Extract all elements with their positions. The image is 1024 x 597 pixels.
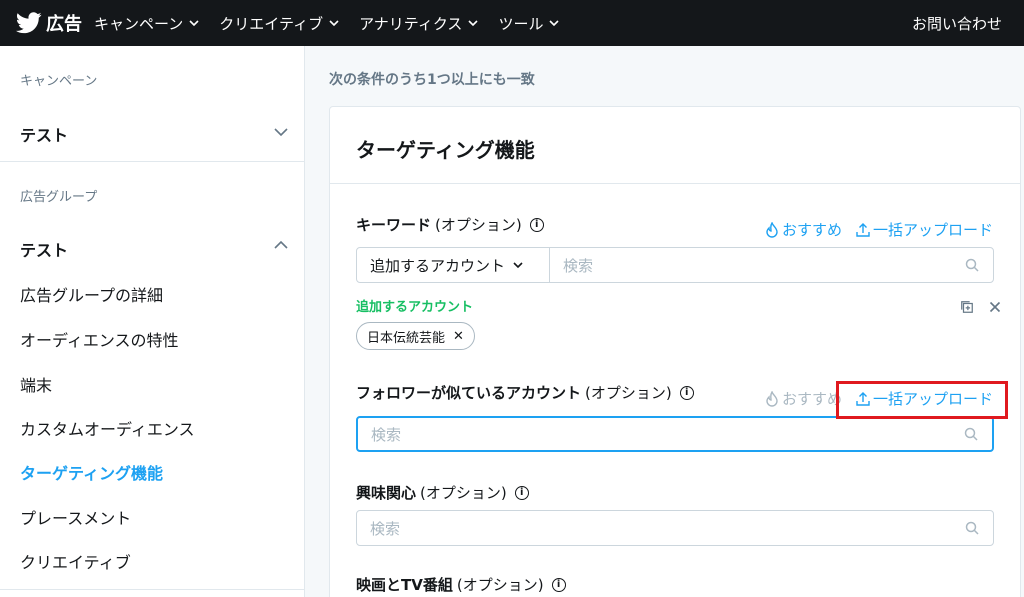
keyword-chip: 日本伝統芸能 ✕ — [356, 322, 475, 350]
interest-search-box: 検索 — [356, 510, 994, 546]
contact-link[interactable]: お問い合わせ — [912, 0, 1002, 46]
interest-label: 興味関心 (オプション) i — [356, 482, 529, 503]
ads-label: 広告 — [46, 14, 82, 35]
search-icon — [964, 427, 978, 441]
nav-tools[interactable]: ツール — [498, 13, 560, 34]
search-icon — [965, 521, 979, 535]
field-label-text: 映画とTV番組 — [356, 576, 453, 594]
sidebar-item-adgroup-details[interactable]: 広告グループの詳細 — [20, 282, 163, 306]
sidebar-item-devices[interactable]: 端末 — [20, 372, 52, 396]
info-icon[interactable]: i — [529, 217, 544, 232]
optional-text: (オプション) — [420, 484, 507, 502]
sidebar-item-custom-audiences[interactable]: カスタムオーディエンス — [20, 416, 195, 440]
chevron-down-icon — [549, 20, 560, 27]
remove-chip-icon[interactable]: ✕ — [453, 329, 464, 344]
adgroup-name[interactable]: テスト — [20, 237, 68, 261]
field-label-text: 興味関心 — [356, 484, 417, 502]
chevron-down-icon — [513, 262, 523, 269]
movies-tv-label: 映画とTV番組 (オプション) i — [356, 574, 566, 595]
nav-label: ツール — [498, 14, 544, 33]
chevron-up-icon[interactable] — [274, 238, 288, 252]
sidebar-item-creatives[interactable]: クリエイティブ — [20, 549, 131, 573]
recommend-text: おすすめ — [781, 221, 842, 239]
divider — [0, 161, 304, 162]
optional-text: (オプション) — [456, 576, 544, 594]
chevron-down-icon — [329, 20, 339, 27]
nav-label: アナリティクス — [359, 14, 463, 33]
recommend-link[interactable]: おすすめ — [765, 388, 842, 409]
nav-creatives[interactable]: クリエイティブ — [219, 13, 339, 34]
chevron-down-icon — [189, 20, 199, 27]
follower-search-box: 検索 — [356, 416, 994, 452]
divider — [0, 589, 304, 590]
account-type-dropdown[interactable]: 追加するアカウント — [357, 248, 550, 282]
sidebar-item-placements[interactable]: プレースメント — [20, 505, 131, 529]
adgroup-heading: 広告グループ — [20, 190, 98, 205]
keyword-input-group: 追加するアカウント 検索 — [356, 247, 994, 283]
twitter-bird-icon — [16, 12, 42, 34]
keyword-actions: おすすめ 一括アップロード — [765, 219, 993, 240]
keyword-label: キーワード (オプション) i — [356, 214, 544, 235]
upload-icon — [856, 222, 870, 237]
top-navigation-bar: 広告 キャンペーン クリエイティブ アナリティクス ツール お問い合わせ — [0, 0, 1024, 46]
twitter-ads-logo[interactable]: 広告 — [16, 10, 82, 36]
campaign-heading: キャンペーン — [20, 74, 98, 89]
info-icon[interactable]: i — [679, 385, 694, 400]
follower-search-input[interactable]: 検索 — [358, 424, 992, 445]
search-icon — [965, 258, 979, 272]
match-condition-heading: 次の条件のうち1つ以上にも一致 — [329, 72, 535, 88]
nav-label: クリエイティブ — [219, 14, 324, 33]
card-title: ターゲティング機能 — [356, 138, 535, 162]
field-label-text: フォロワーが似ているアカウント — [356, 384, 582, 402]
nav-campaigns[interactable]: キャンペーン — [94, 13, 199, 34]
added-accounts-label: 追加するアカウント — [356, 300, 474, 315]
campaign-name[interactable]: テスト — [20, 122, 68, 146]
flame-icon — [766, 221, 778, 238]
keyword-search-input[interactable]: 検索 — [550, 255, 993, 276]
info-icon[interactable]: i — [514, 485, 529, 500]
copy-icon[interactable] — [959, 299, 975, 315]
nav-analytics[interactable]: アナリティクス — [359, 13, 479, 34]
chevron-down-icon — [468, 20, 479, 27]
interest-search-input[interactable]: 検索 — [357, 518, 993, 539]
optional-text: (オプション) — [435, 216, 522, 234]
card-header: ターゲティング機能 — [330, 107, 1020, 184]
chevron-down-icon[interactable] — [274, 125, 288, 139]
recommend-link[interactable]: おすすめ — [765, 219, 842, 240]
sidebar: キャンペーン テスト 広告グループ テスト 広告グループの詳細 オーディエンスの… — [0, 46, 305, 597]
targeting-card: ターゲティング機能 キーワード (オプション) i おすすめ 一括アップロード … — [329, 106, 1021, 597]
field-label-text: キーワード — [356, 216, 432, 234]
nav-label: キャンペーン — [94, 14, 184, 33]
bulk-upload-link[interactable]: 一括アップロード — [856, 219, 993, 240]
optional-text: (オプション) — [585, 384, 672, 402]
info-icon[interactable]: i — [551, 577, 566, 592]
recommend-text: おすすめ — [781, 390, 842, 408]
flame-icon — [766, 390, 778, 407]
sidebar-item-targeting[interactable]: ターゲティング機能 — [20, 460, 163, 484]
dropdown-value: 追加するアカウント — [370, 256, 506, 275]
sidebar-item-audience-features[interactable]: オーディエンスの特性 — [20, 327, 179, 351]
close-icon[interactable] — [987, 299, 1003, 315]
added-list-tools — [947, 299, 1003, 315]
bulk-upload-text: 一括アップロード — [872, 221, 993, 239]
highlight-annotation-box — [836, 381, 1008, 419]
follower-lookalike-label: フォロワーが似ているアカウント (オプション) i — [356, 382, 694, 403]
chip-label: 日本伝統芸能 — [367, 330, 446, 346]
